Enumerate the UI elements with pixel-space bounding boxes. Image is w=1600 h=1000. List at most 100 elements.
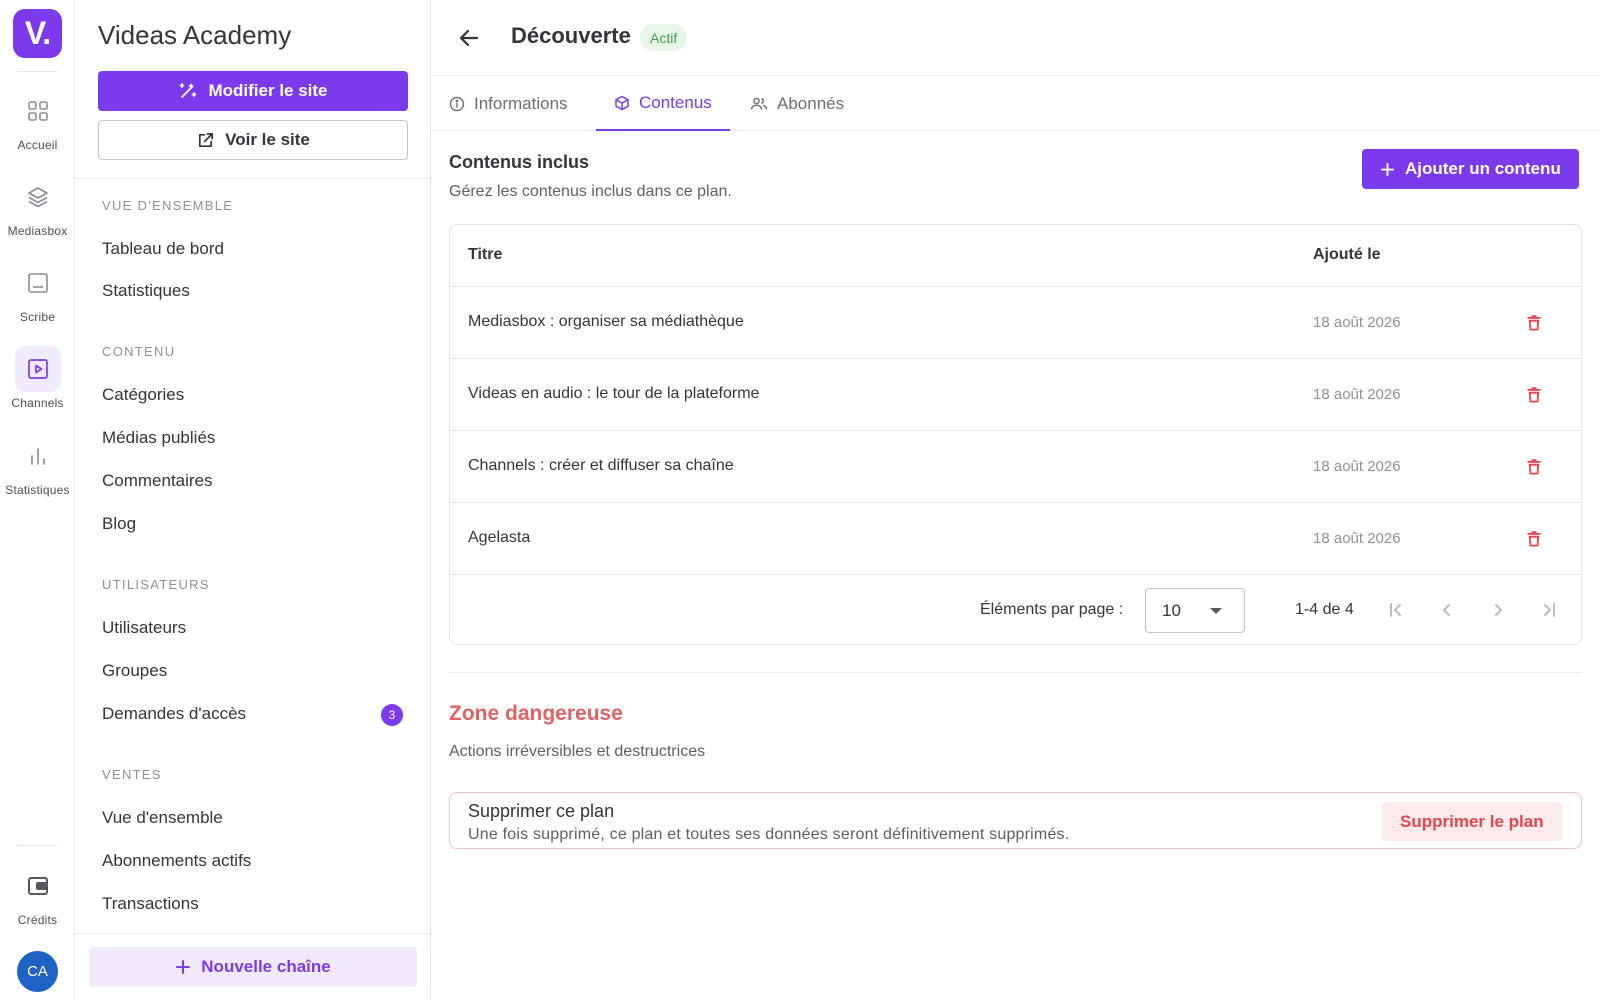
rail-item-scribe[interactable]: Scribe: [0, 260, 75, 340]
per-page-label: Éléments par page :: [980, 601, 1124, 618]
delete-row-button[interactable]: [1520, 525, 1548, 553]
section-divider: [449, 672, 1582, 673]
row-date: 18 août 2026: [1313, 458, 1401, 475]
access-requests-badge: 3: [381, 704, 403, 726]
table-row[interactable]: Mediasbox : organiser sa médiathèque 18 …: [450, 287, 1581, 359]
play-square-icon: [14, 346, 61, 392]
nav-item-transactions[interactable]: Transactions: [102, 887, 402, 921]
site-title: Videas Academy: [98, 20, 292, 50]
first-page-icon: [1390, 603, 1401, 617]
rail-label: Channels: [11, 396, 64, 410]
row-title: Videas en audio : le tour de la platefor…: [468, 385, 760, 402]
table-header: Titre Ajouté le: [450, 225, 1581, 287]
section-label-users: UTILISATEURS: [102, 577, 210, 592]
edit-site-label: Modifier le site: [208, 81, 328, 100]
app-logo[interactable]: V.: [13, 9, 62, 58]
cube-icon: [614, 95, 630, 111]
section-label-overview: VUE D'ENSEMBLE: [102, 198, 234, 213]
subtitles-icon: [15, 260, 61, 306]
chevron-left-icon: [1443, 604, 1450, 616]
row-title: Channels : créer et diffuser sa chaîne: [468, 457, 734, 474]
per-page-select[interactable]: 10: [1145, 588, 1245, 633]
delete-row-button[interactable]: [1520, 309, 1548, 337]
layers-icon: [15, 174, 61, 220]
delete-plan-description: Une fois supprimé, ce plan et toutes ses…: [468, 826, 1070, 843]
view-site-button[interactable]: Voir le site: [98, 120, 408, 160]
nav-item-dashboard[interactable]: Tableau de bord: [102, 232, 402, 266]
nav-item-comments[interactable]: Commentaires: [102, 464, 402, 498]
next-page-button[interactable]: [1480, 592, 1516, 628]
status-badge: Actif: [640, 24, 688, 51]
delete-row-button[interactable]: [1520, 453, 1548, 481]
row-title: Agelasta: [468, 529, 531, 546]
new-channel-label: Nouvelle chaîne: [201, 957, 331, 976]
previous-page-button[interactable]: [1429, 592, 1465, 628]
rail-label: Scribe: [19, 310, 56, 324]
sidebar-divider: [75, 933, 431, 934]
trash-icon: [1527, 459, 1541, 475]
page-header: Découverte Actif: [431, 0, 1600, 76]
tab-label: Abonnés: [777, 93, 845, 113]
rail-divider: [17, 845, 57, 846]
first-page-button[interactable]: [1378, 592, 1414, 628]
contents-title: Contenus inclus: [449, 152, 590, 172]
row-title: Mediasbox : organiser sa médiathèque: [468, 313, 744, 330]
tab-abonnes[interactable]: Abonnés: [732, 76, 862, 131]
new-channel-button[interactable]: Nouvelle chaîne: [89, 947, 417, 987]
grid-icon: [15, 88, 61, 134]
add-content-button[interactable]: Ajouter un contenu: [1362, 149, 1579, 189]
rail-item-credits[interactable]: Crédits: [0, 863, 75, 943]
nav-item-statistics[interactable]: Statistiques: [102, 274, 402, 308]
column-header-title[interactable]: Titre: [468, 246, 502, 264]
rail-item-statistiques[interactable]: Statistiques: [0, 433, 75, 513]
per-page-value: 10: [1162, 600, 1181, 620]
nav-item-blog[interactable]: Blog: [102, 507, 402, 541]
page-title: Découverte: [511, 23, 631, 48]
table-row[interactable]: Channels : créer et diffuser sa chaîne 1…: [450, 431, 1581, 503]
nav-item-groups[interactable]: Groupes: [102, 654, 402, 688]
nav-item-published-media[interactable]: Médias publiés: [102, 421, 402, 455]
nav-item-access-requests[interactable]: Demandes d'accès: [102, 697, 402, 731]
nav-item-categories[interactable]: Catégories: [102, 378, 402, 412]
caret-down-icon: [1210, 608, 1222, 614]
rail-item-mediasbox[interactable]: Mediasbox: [0, 174, 75, 254]
rail-item-channels[interactable]: Channels: [0, 346, 75, 426]
magic-wand-icon: [178, 81, 198, 101]
rail-label: Statistiques: [5, 483, 70, 497]
trash-icon: [1527, 531, 1541, 547]
paginator: Éléments par page : 10 1-4 de 4: [450, 575, 1581, 644]
trash-icon: [1527, 387, 1541, 403]
row-date: 18 août 2026: [1313, 386, 1401, 403]
back-button[interactable]: [451, 20, 487, 56]
user-avatar[interactable]: CA: [17, 951, 58, 992]
nav-item-users[interactable]: Utilisateurs: [102, 611, 402, 645]
plus-icon: [1380, 162, 1395, 177]
arrow-left-icon: [459, 29, 479, 47]
nav-item-active-subscriptions[interactable]: Abonnements actifs: [102, 844, 402, 878]
table-row[interactable]: Videas en audio : le tour de la platefor…: [450, 359, 1581, 431]
row-date: 18 août 2026: [1313, 314, 1401, 331]
last-page-button[interactable]: [1531, 592, 1567, 628]
app-rail: V. Accueil Mediasbox Scribe Channels Sta…: [0, 0, 75, 1000]
chevron-right-icon: [1495, 604, 1502, 616]
last-page-icon: [1544, 603, 1555, 617]
delete-plan-title: Supprimer ce plan: [468, 801, 615, 821]
column-header-added[interactable]: Ajouté le: [1313, 246, 1381, 264]
tab-informations[interactable]: Informations: [431, 76, 586, 131]
delete-plan-button[interactable]: Supprimer le plan: [1382, 802, 1562, 841]
bar-chart-icon: [15, 433, 61, 479]
row-date: 18 août 2026: [1313, 530, 1401, 547]
section-label-content: CONTENU: [102, 344, 176, 359]
delete-row-button[interactable]: [1520, 381, 1548, 409]
page-range: 1-4 de 4: [1295, 601, 1354, 618]
edit-site-button[interactable]: Modifier le site: [98, 71, 408, 111]
tab-contenus[interactable]: Contenus: [596, 76, 730, 131]
delete-plan-card: Supprimer ce plan Une fois supprimé, ce …: [449, 792, 1582, 849]
rail-divider: [17, 71, 57, 72]
table-row[interactable]: Agelasta 18 août 2026: [450, 503, 1581, 575]
view-site-label: Voir le site: [225, 130, 310, 149]
nav-item-sales-overview[interactable]: Vue d'ensemble: [102, 801, 402, 835]
sidebar: Videas Academy Modifier le site Voir le …: [75, 0, 431, 1000]
rail-item-accueil[interactable]: Accueil: [0, 88, 75, 168]
danger-zone-title: Zone dangereuse: [449, 702, 623, 725]
